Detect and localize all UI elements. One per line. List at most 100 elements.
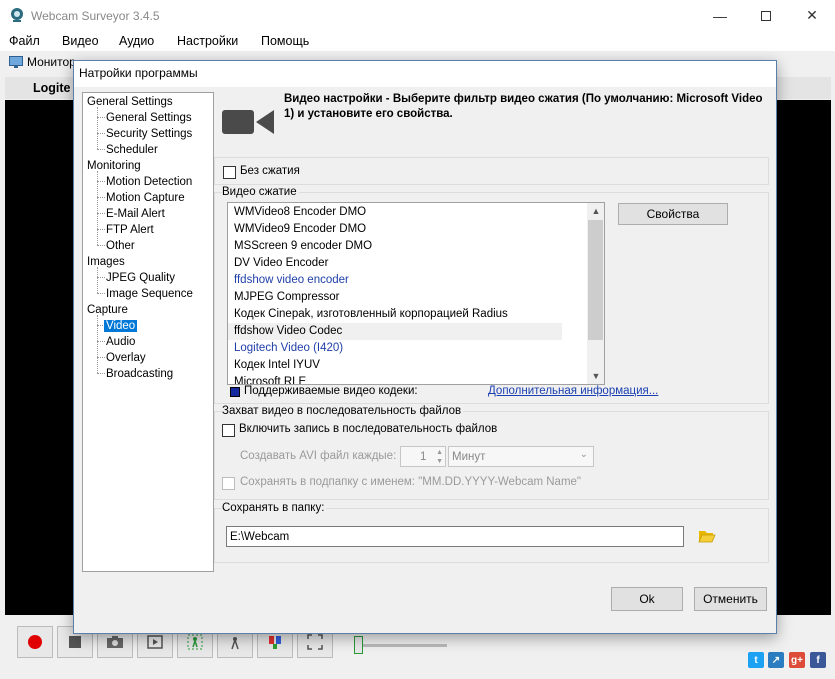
menu-settings[interactable]: Настройки bbox=[177, 34, 238, 48]
tree-connector bbox=[97, 107, 98, 149]
list-item[interactable]: Logitech Video (I420) bbox=[234, 340, 343, 357]
fullscreen-icon bbox=[307, 634, 323, 650]
supported-codec-legend-square bbox=[230, 387, 240, 397]
minimize-button[interactable]: — bbox=[697, 0, 743, 31]
video-camera-icon bbox=[222, 110, 274, 134]
menu-audio[interactable]: Аудио bbox=[119, 34, 154, 48]
save-folder-value: E:\Webcam bbox=[230, 530, 290, 543]
list-item[interactable]: WMVideo9 Encoder DMO bbox=[234, 221, 366, 238]
twitter-icon[interactable]: t bbox=[748, 652, 764, 668]
tree-connector bbox=[97, 213, 105, 214]
tree-connector bbox=[97, 197, 105, 198]
video-compression-title: Видео сжатие bbox=[222, 186, 299, 198]
dialog-titlebar: Натройки программы bbox=[74, 61, 776, 87]
monitor-icon bbox=[9, 56, 23, 68]
googleplus-icon[interactable]: g+ bbox=[789, 652, 805, 668]
cancel-button[interactable]: Отменить bbox=[694, 587, 767, 611]
interval-unit-select[interactable]: Минут ⌄ bbox=[448, 446, 594, 467]
ok-button[interactable]: Ok bbox=[611, 587, 683, 611]
tree-section-images[interactable]: Images bbox=[87, 255, 125, 269]
record-icon bbox=[28, 635, 42, 649]
tree-section-general[interactable]: General Settings bbox=[87, 95, 173, 109]
volume-slider[interactable] bbox=[352, 634, 448, 654]
list-item[interactable]: WMVideo8 Encoder DMO bbox=[234, 204, 366, 221]
list-item[interactable]: Microsoft RLE bbox=[234, 374, 306, 384]
tree-item-audio[interactable]: Audio bbox=[106, 335, 135, 349]
no-compression-label: Без сжатия bbox=[240, 165, 300, 177]
webcam-app-icon bbox=[11, 8, 23, 22]
menu-help[interactable]: Помощь bbox=[261, 34, 309, 48]
tree-item-motion-detection[interactable]: Motion Detection bbox=[106, 175, 192, 189]
tree-item-broadcasting[interactable]: Broadcasting bbox=[106, 367, 173, 381]
subfolder-label: Сохранять в подпапку с именем: "MM.DD.YY… bbox=[240, 476, 582, 488]
minimize-icon: — bbox=[713, 7, 727, 24]
tab-monitor[interactable]: Монитор bbox=[9, 55, 76, 69]
main-titlebar: Webcam Surveyor 3.4.5 — ✕ bbox=[0, 0, 835, 31]
tree-item-overlay[interactable]: Overlay bbox=[106, 351, 146, 365]
tree-section-monitoring[interactable]: Monitoring bbox=[87, 159, 141, 173]
close-button[interactable]: ✕ bbox=[789, 0, 835, 31]
subfolder-checkbox[interactable] bbox=[222, 477, 235, 490]
settings-dialog: Натройки программы General Settings Gene… bbox=[73, 60, 777, 634]
interval-stepper[interactable]: 1 ▲ ▼ bbox=[400, 446, 446, 467]
codec-list-scrollbar[interactable]: ▲ ▼ bbox=[587, 203, 604, 384]
facebook-icon[interactable]: f bbox=[810, 652, 826, 668]
create-avi-label: Создавать AVI файл каждые: bbox=[240, 450, 397, 462]
tree-connector bbox=[97, 357, 105, 358]
tree-item-other[interactable]: Other bbox=[106, 239, 135, 253]
film-icon bbox=[147, 635, 163, 649]
tree-item-security-settings[interactable]: Security Settings bbox=[106, 127, 192, 141]
tree-connector bbox=[97, 373, 105, 374]
tree-item-scheduler[interactable]: Scheduler bbox=[106, 143, 158, 157]
list-item[interactable]: DV Video Encoder bbox=[234, 255, 328, 272]
tree-connector bbox=[97, 277, 105, 278]
tree-item-motion-capture[interactable]: Motion Capture bbox=[106, 191, 185, 205]
tree-item-video[interactable]: Video bbox=[104, 319, 138, 333]
maximize-button[interactable] bbox=[743, 0, 789, 31]
interval-unit-value: Минут bbox=[452, 450, 486, 463]
list-item[interactable]: ffdshow video encoder bbox=[234, 272, 349, 289]
list-item[interactable]: Кодек Intel IYUV bbox=[234, 357, 320, 374]
scroll-thumb[interactable] bbox=[588, 220, 603, 340]
tree-item-image-sequence[interactable]: Image Sequence bbox=[106, 287, 193, 301]
no-compression-checkbox[interactable] bbox=[223, 166, 236, 179]
enable-sequence-checkbox[interactable] bbox=[222, 424, 235, 437]
properties-button[interactable]: Свойства bbox=[618, 203, 728, 225]
list-item[interactable]: ffdshow Video Codec bbox=[228, 323, 562, 340]
no-compression-group: Без сжатия bbox=[214, 157, 769, 185]
more-info-link[interactable]: Дополнительная информация... bbox=[488, 385, 658, 397]
close-icon: ✕ bbox=[806, 7, 818, 23]
share-icon[interactable]: ↗ bbox=[768, 652, 784, 668]
stepper-arrows-icon[interactable]: ▲ ▼ bbox=[436, 448, 443, 466]
tree-connector bbox=[97, 117, 105, 118]
dialog-title: Натройки программы bbox=[79, 66, 198, 80]
volume-slider-thumb[interactable] bbox=[354, 636, 363, 654]
page-header-text: Видео настройки - Выберите фильтр видео … bbox=[284, 93, 763, 120]
tree-item-general-settings[interactable]: General Settings bbox=[106, 111, 192, 125]
list-item[interactable]: MJPEG Compressor bbox=[234, 289, 339, 306]
list-item[interactable]: Кодек Cinepak, изготовленный корпорацией… bbox=[234, 306, 508, 323]
scroll-up-icon[interactable]: ▲ bbox=[591, 206, 601, 216]
antenna-icon bbox=[231, 637, 239, 650]
tree-connector bbox=[97, 181, 105, 182]
menu-video[interactable]: Видео bbox=[62, 34, 99, 48]
motion-icon bbox=[187, 634, 203, 650]
chevron-down-icon: ⌄ bbox=[579, 449, 588, 460]
scroll-down-icon[interactable]: ▼ bbox=[591, 371, 601, 381]
interval-value: 1 bbox=[420, 450, 427, 463]
overlay-icon bbox=[269, 636, 281, 649]
list-item[interactable]: MSScreen 9 encoder DMO bbox=[234, 238, 372, 255]
tree-connector bbox=[97, 315, 98, 373]
maximize-icon bbox=[761, 10, 771, 21]
enable-sequence-label: Включить запись в последовательность фай… bbox=[239, 423, 498, 435]
tree-section-capture[interactable]: Capture bbox=[87, 303, 128, 317]
record-button[interactable] bbox=[17, 626, 53, 658]
codec-list[interactable]: WMVideo8 Encoder DMO WMVideo9 Encoder DM… bbox=[227, 202, 605, 385]
tree-item-ftp-alert[interactable]: FTP Alert bbox=[106, 223, 154, 237]
tree-item-email-alert[interactable]: E-Mail Alert bbox=[106, 207, 165, 221]
menu-file[interactable]: Файл bbox=[9, 34, 40, 48]
tree-connector bbox=[97, 149, 105, 150]
folder-open-icon[interactable] bbox=[698, 529, 716, 544]
save-folder-input[interactable]: E:\Webcam bbox=[226, 526, 684, 547]
tree-item-jpeg-quality[interactable]: JPEG Quality bbox=[106, 271, 175, 285]
